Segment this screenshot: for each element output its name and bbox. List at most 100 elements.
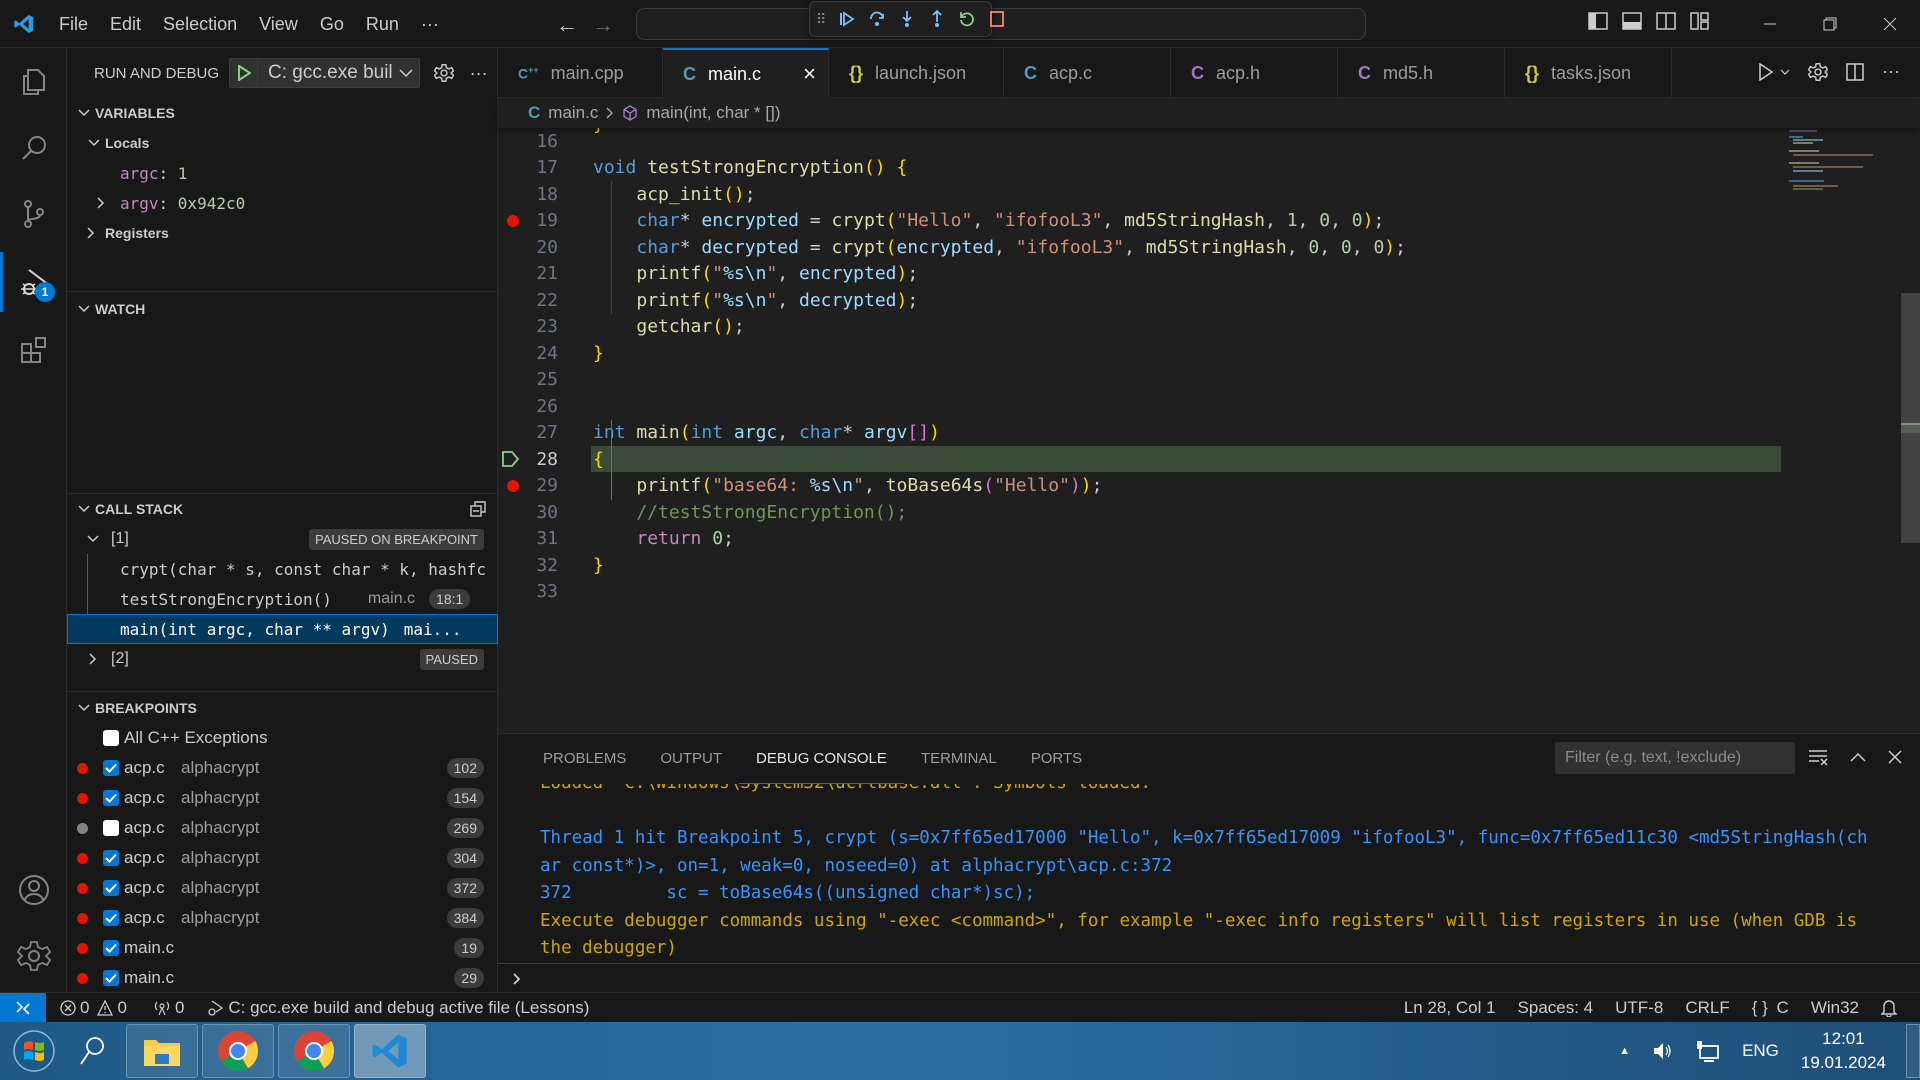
code-line[interactable]: 25: [498, 367, 1878, 394]
breakpoint-row[interactable]: acp.c alphacrypt 384: [67, 903, 498, 933]
collapse-all-icon[interactable]: [470, 501, 486, 517]
panel-tab-terminal[interactable]: TERMINAL: [904, 734, 1014, 784]
split-editor-icon[interactable]: [1846, 62, 1864, 81]
end-of-line[interactable]: CRLF: [1674, 998, 1740, 1018]
restore-button[interactable]: [1800, 0, 1860, 48]
maximize-panel-icon[interactable]: [1850, 752, 1866, 762]
variable-row[interactable]: argv: 0x942c0: [67, 188, 497, 218]
breakpoint-checkbox[interactable]: [103, 970, 119, 986]
code-line[interactable]: 21 printf("%s\n", encrypted);: [498, 261, 1878, 288]
explorer-icon[interactable]: [0, 52, 67, 112]
exception-breakpoint-row[interactable]: All C++ Exceptions: [67, 723, 498, 753]
run-options-chevron-icon[interactable]: [1780, 69, 1790, 75]
taskbar-chrome[interactable]: [202, 1024, 274, 1078]
menu-view[interactable]: View: [248, 0, 309, 48]
drag-handle-icon[interactable]: ⠿: [816, 11, 826, 28]
menu-edit[interactable]: Edit: [99, 0, 152, 48]
show-desktop-button[interactable]: [1906, 1024, 1920, 1078]
menu-go[interactable]: Go: [309, 0, 355, 48]
show-hidden-icons-icon[interactable]: ▲: [1619, 1045, 1630, 1057]
clear-console-icon[interactable]: [1808, 748, 1828, 766]
cursor-position[interactable]: Ln 28, Col 1: [1393, 998, 1507, 1018]
toggle-secondary-sidebar-icon[interactable]: [1656, 12, 1676, 30]
customize-layout-icon[interactable]: [1690, 12, 1710, 30]
accounts-icon[interactable]: [0, 860, 67, 920]
minimap[interactable]: [1785, 128, 1885, 208]
exception-checkbox[interactable]: [103, 730, 119, 746]
panel-tab-debug-console[interactable]: DEBUG CONSOLE: [739, 734, 904, 784]
debug-config-status[interactable]: C: gcc.exe build and debug active file (…: [198, 998, 597, 1018]
indentation[interactable]: Spaces: 4: [1507, 998, 1605, 1018]
breakpoint-row[interactable]: acp.c alphacrypt 154: [67, 783, 498, 813]
close-panel-icon[interactable]: [1888, 750, 1902, 764]
start-debugging-icon[interactable]: [230, 59, 259, 87]
launch-config-select[interactable]: C: gcc.exe buil: [229, 58, 420, 88]
restart-icon[interactable]: [958, 10, 976, 28]
continue-icon[interactable]: [838, 10, 856, 28]
step-into-icon[interactable]: [898, 10, 916, 28]
code-line[interactable]: 33: [498, 579, 1878, 606]
menu-more[interactable]: ···: [410, 0, 450, 48]
back-arrow-icon[interactable]: ←: [556, 12, 578, 38]
tab-acp-c[interactable]: C acp.c: [1004, 48, 1171, 98]
tab-main-c[interactable]: C main.c ×: [663, 48, 829, 98]
taskbar-file-explorer[interactable]: [126, 1024, 198, 1078]
toggle-panel-icon[interactable]: [1622, 12, 1642, 30]
tab-md5-h[interactable]: C md5.h: [1338, 48, 1505, 98]
step-out-icon[interactable]: [928, 10, 946, 28]
minimize-button[interactable]: [1740, 0, 1800, 48]
run-file-icon[interactable]: [1758, 62, 1774, 81]
stack-frame-row-selected[interactable]: main(int argc, char ** argv) mai...: [67, 614, 498, 644]
open-launch-json-gear-icon[interactable]: [433, 63, 454, 83]
breakpoint-row[interactable]: acp.c alphacrypt 372: [67, 873, 498, 903]
source-control-icon[interactable]: [0, 184, 67, 244]
variables-section-header[interactable]: VARIABLES: [67, 98, 497, 128]
close-window-button[interactable]: [1860, 0, 1920, 48]
breakpoint-checkbox[interactable]: [103, 850, 119, 866]
locals-scope[interactable]: Locals: [67, 128, 497, 158]
code-line[interactable]: 26: [498, 393, 1878, 420]
tab-launch-json[interactable]: {} launch.json: [829, 48, 1004, 98]
taskbar-vscode[interactable]: [354, 1024, 426, 1078]
watch-section-header[interactable]: WATCH: [67, 294, 145, 324]
breakpoint-checkbox[interactable]: [103, 760, 119, 776]
tab-acp-h[interactable]: C acp.h: [1171, 48, 1338, 98]
settings-gear-icon[interactable]: [1808, 62, 1829, 82]
code-line[interactable]: 30 //testStrongEncryption();: [498, 499, 1878, 526]
language-mode[interactable]: { } C: [1741, 998, 1800, 1018]
breadcrumb-file[interactable]: main.c: [548, 103, 598, 123]
code-line[interactable]: 22 printf("%s\n", decrypted);: [498, 287, 1878, 314]
more-actions-icon[interactable]: ···: [1882, 61, 1900, 82]
code-line[interactable]: 16: [498, 128, 1878, 155]
remote-indicator-icon[interactable]: [0, 992, 46, 1023]
current-code-line[interactable]: 28 {: [498, 446, 1878, 473]
menu-selection[interactable]: Selection: [152, 0, 248, 48]
breakpoint-row[interactable]: acp.c alphacrypt 304: [67, 843, 498, 873]
toggle-primary-sidebar-icon[interactable]: [1588, 12, 1608, 30]
code-line[interactable]: 23 getchar();: [498, 314, 1878, 341]
more-actions-icon[interactable]: ···: [470, 63, 488, 84]
network-icon[interactable]: [1696, 1040, 1720, 1062]
breakpoint-checkbox[interactable]: [103, 880, 119, 896]
run-and-debug-icon[interactable]: 1: [0, 252, 67, 312]
debug-console-input[interactable]: [498, 963, 1920, 993]
volume-icon[interactable]: [1652, 1041, 1674, 1061]
problems-indicator[interactable]: 0 0: [52, 998, 135, 1018]
registers-scope[interactable]: Registers: [67, 218, 497, 248]
breakpoint-checkbox[interactable]: [103, 940, 119, 956]
code-line[interactable]: 31 return 0;: [498, 526, 1878, 553]
breakpoint-row[interactable]: main.c 29: [67, 963, 498, 993]
code-line[interactable]: 18 acp_init();: [498, 181, 1878, 208]
code-editor[interactable]: } 1617void testStrongEncryption() {18 ac…: [498, 128, 1920, 733]
panel-tab-output[interactable]: OUTPUT: [643, 734, 739, 784]
extensions-icon[interactable]: [0, 320, 67, 380]
platform[interactable]: Win32: [1800, 998, 1870, 1018]
search-taskbar-icon[interactable]: [62, 1036, 122, 1066]
panel-tab-ports[interactable]: PORTS: [1014, 734, 1099, 784]
stack-frame-row[interactable]: crypt(char * s, const char * k, hashfc: [67, 554, 498, 584]
code-line[interactable]: 29 printf("base64: %s\n", toBase64s("Hel…: [498, 473, 1878, 500]
stack-frame-row[interactable]: testStrongEncryption() main.c 18:1: [67, 584, 498, 614]
code-line[interactable]: 32}: [498, 552, 1878, 579]
code-line[interactable]: 27 int main(int argc, char* argv[]): [498, 420, 1878, 447]
menu-run[interactable]: Run: [355, 0, 410, 48]
